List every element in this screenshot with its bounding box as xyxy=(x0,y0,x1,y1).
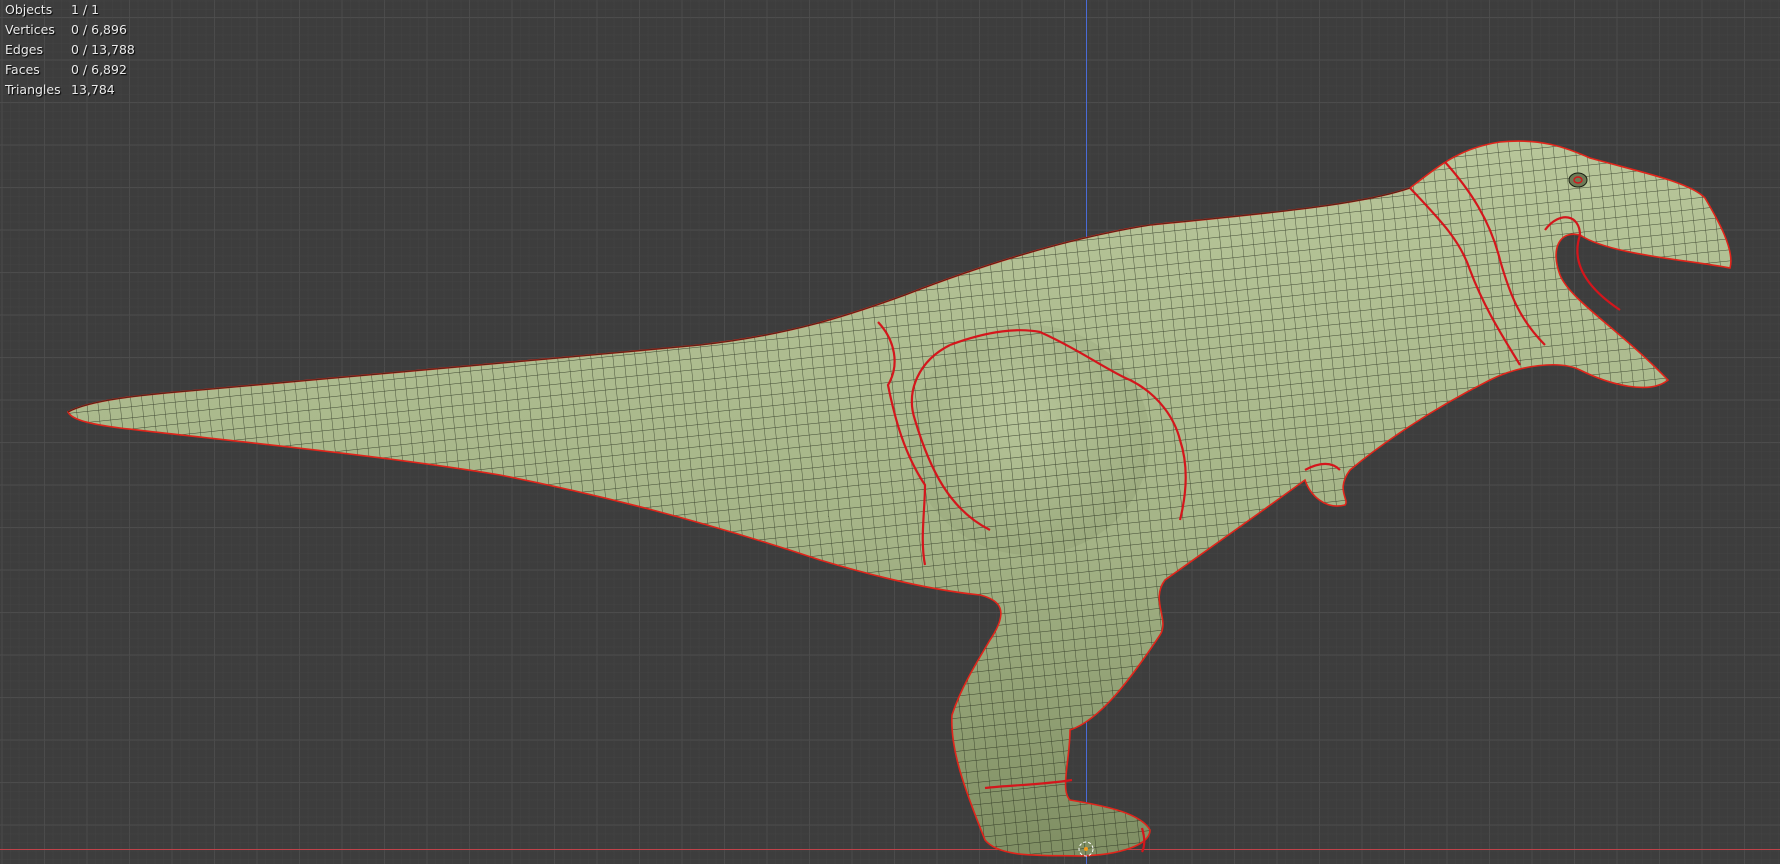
stat-faces: Faces 0 / 6,892 xyxy=(5,60,135,80)
stat-faces-label: Faces xyxy=(5,62,40,77)
stat-edges-value: 0 / 13,788 xyxy=(71,42,135,57)
stat-objects: Objects 1 / 1 xyxy=(5,0,135,20)
scene-statistics-overlay: Objects 1 / 1 Vertices 0 / 6,896 Edges 0… xyxy=(5,0,135,100)
stat-triangles: Triangles 13,784 xyxy=(5,80,135,100)
body-mesh xyxy=(66,140,1732,857)
stat-objects-value: 1 / 1 xyxy=(71,2,100,17)
stat-vertices-value: 0 / 6,896 xyxy=(71,22,127,37)
stat-objects-label: Objects xyxy=(5,2,53,17)
trex-mesh[interactable] xyxy=(0,0,1780,864)
stat-triangles-value: 13,784 xyxy=(71,82,115,97)
stat-triangles-label: Triangles xyxy=(5,82,61,97)
object-origin-icon[interactable] xyxy=(1077,840,1095,858)
stat-faces-value: 0 / 6,892 xyxy=(71,62,127,77)
stat-edges: Edges 0 / 13,788 xyxy=(5,40,135,60)
stat-edges-label: Edges xyxy=(5,42,43,57)
stat-vertices: Vertices 0 / 6,896 xyxy=(5,20,135,40)
3d-viewport[interactable]: Objects 1 / 1 Vertices 0 / 6,896 Edges 0… xyxy=(0,0,1780,864)
eye xyxy=(1568,172,1588,188)
stat-vertices-label: Vertices xyxy=(5,22,55,37)
